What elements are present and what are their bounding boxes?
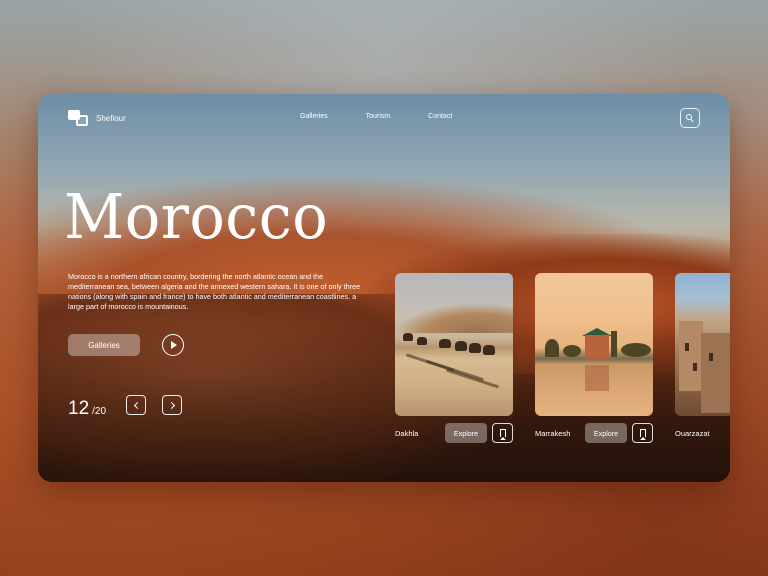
hero-description: Morocco is a northern african country, b… <box>68 272 361 311</box>
top-nav: Galleries Tourism Contact <box>300 113 452 120</box>
destination-card-marrakesh: Marrakesh Explore <box>535 273 653 445</box>
destination-name: Dakhla <box>395 429 419 438</box>
explore-button[interactable]: Explore <box>585 423 627 443</box>
bookmark-button[interactable] <box>632 423 653 443</box>
prev-button[interactable] <box>126 395 146 415</box>
galleries-button[interactable]: Galleries <box>68 334 140 356</box>
counter-total: /20 <box>92 406 107 417</box>
destination-card-dakhla: Dakhla Explore <box>395 273 513 445</box>
destination-name: Marrakesh <box>535 429 571 438</box>
destination-photo[interactable] <box>395 273 513 416</box>
bookmark-button[interactable] <box>492 423 513 443</box>
play-icon <box>171 341 177 349</box>
nav-tourism[interactable]: Tourism <box>366 113 391 120</box>
destination-photo[interactable] <box>535 273 653 416</box>
page-title: Morocco <box>64 180 329 253</box>
search-button[interactable] <box>680 108 700 128</box>
nav-galleries[interactable]: Galleries <box>300 113 328 120</box>
nav-contact[interactable]: Contact <box>428 113 452 120</box>
slide-counter: 12 /20 <box>68 398 106 420</box>
search-icon <box>686 114 694 122</box>
counter-current: 12 <box>68 398 90 419</box>
bookmark-icon <box>499 429 506 440</box>
brand-logo[interactable]: Shefiour <box>68 110 126 126</box>
logo-icon <box>68 110 90 126</box>
chevron-right-icon <box>167 401 175 409</box>
next-button[interactable] <box>162 395 182 415</box>
play-button[interactable] <box>162 334 184 356</box>
destination-name: Ouarzazat <box>675 429 710 438</box>
destination-photo[interactable] <box>675 273 730 416</box>
explore-button[interactable]: Explore <box>445 423 487 443</box>
destination-card-ouarzazat: Ouarzazat <box>675 273 730 445</box>
chevron-left-icon <box>133 401 141 409</box>
brand-name: Shefiour <box>96 113 126 123</box>
bookmark-icon <box>639 429 646 440</box>
hero-card: Shefiour Galleries Tourism Contact Moroc… <box>38 94 730 482</box>
